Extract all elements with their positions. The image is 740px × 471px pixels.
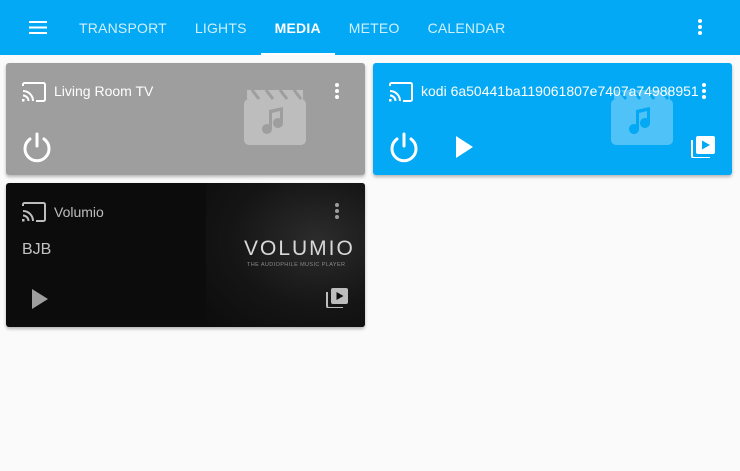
volumio-logo: VOLUMIO THE AUDIOPHILE MUSIC PLAYER bbox=[242, 237, 353, 277]
tab-meteo[interactable]: METEO bbox=[335, 0, 414, 55]
logo-tagline: THE AUDIOPHILE MUSIC PLAYER bbox=[247, 262, 346, 268]
play-button[interactable] bbox=[449, 133, 477, 161]
video-placeholder-icon bbox=[244, 89, 306, 145]
power-button[interactable] bbox=[20, 130, 54, 164]
more-vert-icon bbox=[335, 83, 339, 99]
card-menu-button[interactable] bbox=[328, 199, 346, 223]
menu-button[interactable] bbox=[20, 9, 56, 45]
power-button[interactable] bbox=[387, 130, 421, 164]
media-card-volumio: Volumio BJB VOLUMIO THE AUDIOPHILE MUSIC… bbox=[6, 183, 365, 327]
more-vert-icon bbox=[335, 203, 339, 219]
more-vert-icon bbox=[702, 83, 706, 99]
top-toolbar: TRANSPORT LIGHTS MEDIA METEO CALENDAR bbox=[0, 0, 740, 55]
card-title: Volumio bbox=[54, 204, 104, 220]
tab-transport[interactable]: TRANSPORT bbox=[65, 0, 181, 55]
queue-play-icon[interactable] bbox=[691, 136, 715, 158]
card-title: Living Room TV bbox=[54, 83, 154, 99]
media-card-kodi: kodi 6a50441ba119061807e7407a74988951 bbox=[373, 63, 732, 175]
view-tabs: TRANSPORT LIGHTS MEDIA METEO CALENDAR bbox=[65, 0, 519, 55]
card-menu-button[interactable] bbox=[328, 79, 346, 103]
media-card-living-room-tv: Living Room TV bbox=[6, 63, 365, 175]
cast-icon bbox=[389, 82, 413, 102]
more-vert-icon bbox=[698, 19, 702, 35]
hamburger-menu-icon bbox=[29, 20, 47, 34]
overflow-menu-button[interactable] bbox=[684, 10, 716, 44]
cast-icon bbox=[22, 82, 46, 102]
cast-icon bbox=[22, 202, 46, 222]
tab-media[interactable]: MEDIA bbox=[260, 0, 335, 55]
track-title: BJB bbox=[22, 241, 52, 258]
queue-play-icon[interactable] bbox=[326, 288, 348, 308]
tab-lights[interactable]: LIGHTS bbox=[181, 0, 261, 55]
card-title: kodi 6a50441ba119061807e7407a74988951 bbox=[421, 83, 699, 99]
card-menu-button[interactable] bbox=[695, 79, 713, 103]
tab-calendar[interactable]: CALENDAR bbox=[414, 0, 520, 55]
logo-wordmark: VOLUMIO bbox=[244, 237, 355, 260]
play-button[interactable] bbox=[26, 286, 52, 312]
